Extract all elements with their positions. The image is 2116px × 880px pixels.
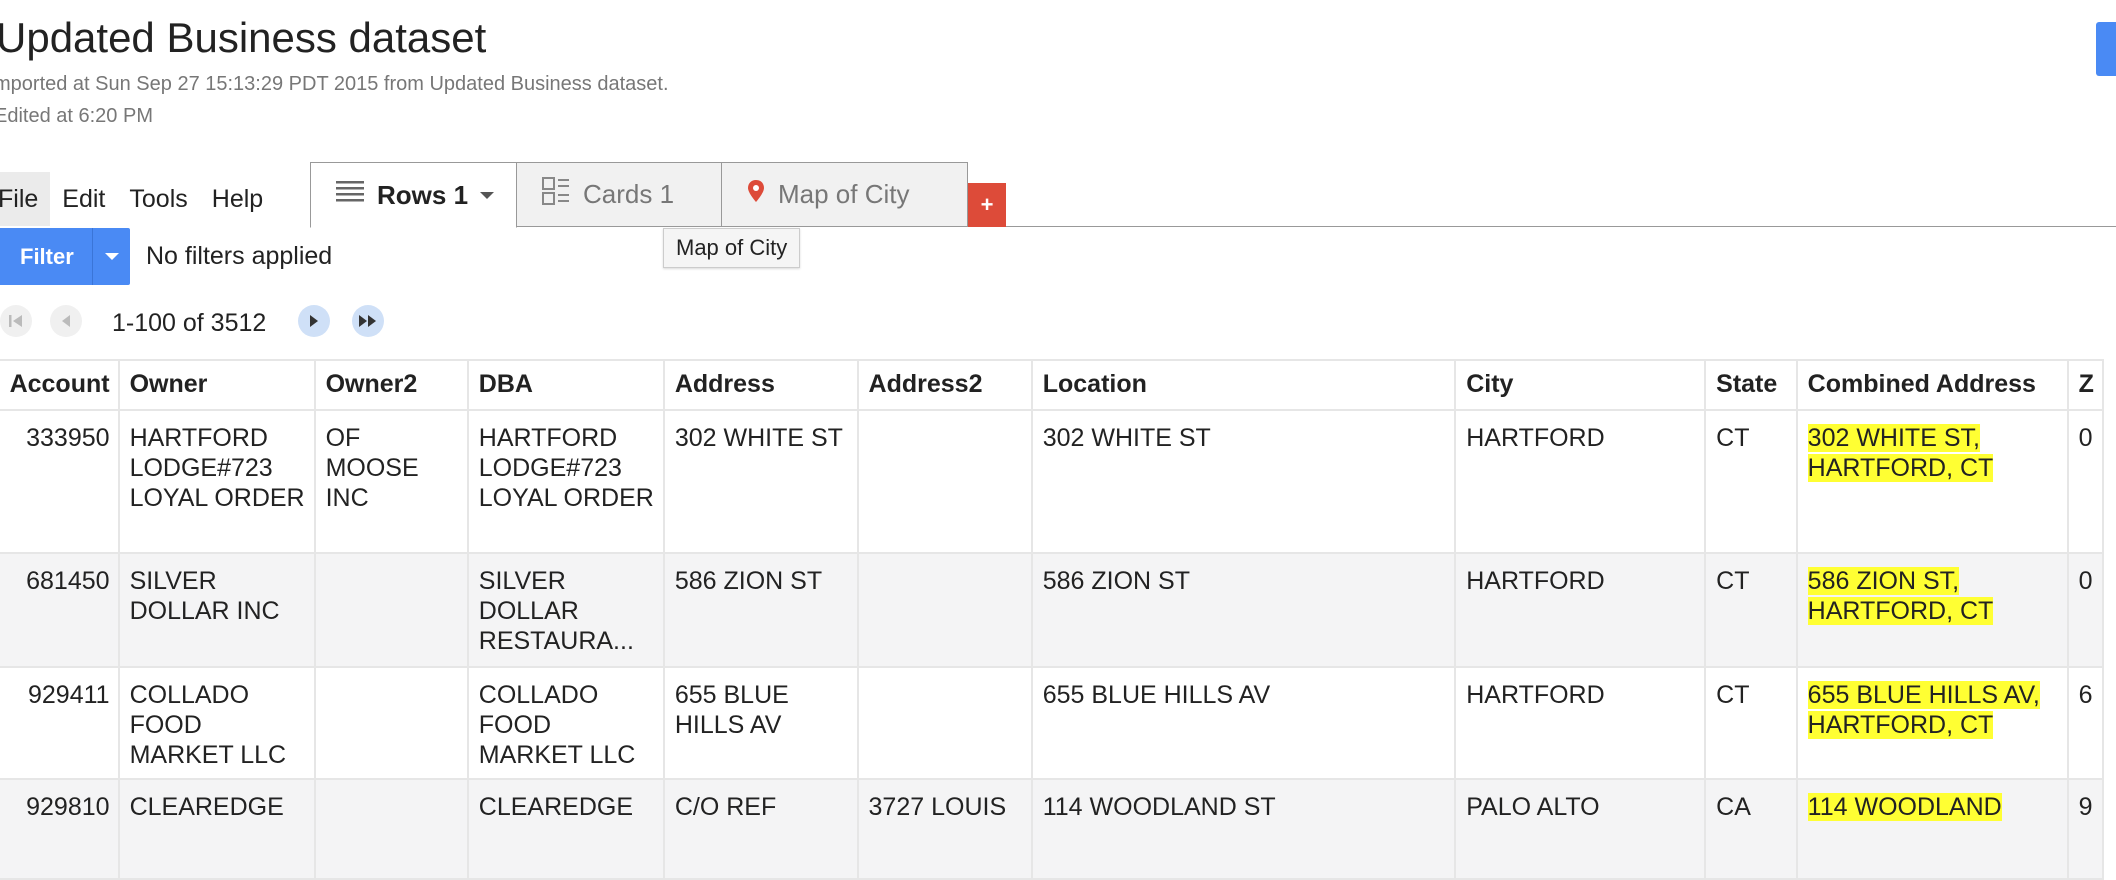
cell-address: C/O REF <box>662 778 859 880</box>
cell-address2 <box>856 409 1033 554</box>
list-icon <box>335 179 365 212</box>
filter-status: No filters applied <box>146 242 333 270</box>
tooltip: Map of City <box>663 228 801 268</box>
last-page-icon[interactable] <box>352 305 384 337</box>
cell-combined-address: 655 BLUE HILLS AV, HARTFORD, CT <box>1795 666 2069 780</box>
table-row[interactable]: 929411 COLLADO FOOD MARKET LLC COLLADO F… <box>0 666 2105 780</box>
cell-owner: SILVER DOLLAR INC <box>117 552 316 668</box>
cell-owner: HARTFORD LODGE#723 LOYAL ORDER <box>117 409 316 554</box>
table-row[interactable]: 681450 SILVER DOLLAR INC SILVER DOLLAR R… <box>0 552 2105 668</box>
cell-owner2 <box>313 552 469 668</box>
cell-city: PALO ALTO <box>1454 778 1707 880</box>
cell-state: CT <box>1704 552 1798 668</box>
chevron-down-icon[interactable] <box>104 253 119 260</box>
cell-account: 929810 <box>0 778 120 880</box>
cell-combined-address: 114 WOODLAND <box>1795 778 2069 880</box>
edit-info: Edited at 6:20 PM <box>0 105 153 127</box>
next-page-icon[interactable] <box>298 305 330 337</box>
combined-address-highlight: 114 WOODLAND <box>1807 793 2002 821</box>
column-header[interactable]: Owner <box>117 359 316 411</box>
map-pin-icon <box>746 179 766 210</box>
column-header[interactable]: Z <box>2066 359 2105 411</box>
column-header[interactable]: DBA <box>466 359 665 411</box>
cell-account: 681450 <box>0 552 120 668</box>
cell-address: 302 WHITE ST <box>662 409 859 554</box>
menu-tools[interactable]: Tools <box>117 172 199 226</box>
combined-address-highlight: 655 BLUE HILLS AV, HARTFORD, CT <box>1807 681 2040 739</box>
cell-address: 586 ZION ST <box>662 552 859 668</box>
column-header[interactable]: Account <box>0 359 120 411</box>
cell-location: 302 WHITE ST <box>1030 409 1457 554</box>
cell-state: CT <box>1704 666 1798 780</box>
cell-state: CA <box>1704 778 1798 880</box>
cell-zip: 0 <box>2066 409 2105 554</box>
filter-button-label: Filter <box>20 243 74 269</box>
add-tab-button[interactable]: + <box>968 183 1006 227</box>
tab-map[interactable]: Map of City <box>721 162 968 227</box>
import-info: mported at Sun Sep 27 15:13:29 PDT 2015 … <box>0 73 669 95</box>
cards-icon <box>541 176 571 213</box>
tab-cards[interactable]: Cards 1 <box>516 162 722 227</box>
first-page-icon[interactable] <box>0 305 32 337</box>
cell-zip: 6 <box>2066 666 2105 780</box>
column-header[interactable]: Location <box>1030 359 1457 411</box>
cell-owner2: OF MOOSE INC <box>313 409 469 554</box>
table-row[interactable]: 333950 HARTFORD LODGE#723 LOYAL ORDER OF… <box>0 409 2105 554</box>
cell-address2 <box>856 666 1033 780</box>
menu-file[interactable]: File <box>0 172 51 226</box>
cell-city: HARTFORD <box>1454 552 1707 668</box>
tab-cards-label: Cards 1 <box>583 179 675 209</box>
cell-account: 929411 <box>0 666 120 780</box>
cell-city: HARTFORD <box>1454 409 1707 554</box>
menu-help[interactable]: Help <box>200 172 275 226</box>
page-title: Updated Business dataset <box>0 14 487 61</box>
cell-dba: COLLADO FOOD MARKET LLC <box>466 666 665 780</box>
share-button[interactable] <box>2096 22 2116 76</box>
filter-button[interactable]: Filter <box>0 228 130 285</box>
cell-zip: 9 <box>2066 778 2105 880</box>
table-row[interactable]: 929810 CLEAREDGE CLEAREDGE C/O REF 3727 … <box>0 778 2105 880</box>
column-header[interactable]: State <box>1704 359 1798 411</box>
cell-dba: CLEAREDGE <box>466 778 665 880</box>
combined-address-highlight: 302 WHITE ST, HARTFORD, CT <box>1807 424 1994 482</box>
cell-location: 114 WOODLAND ST <box>1030 778 1457 880</box>
filter-button-divider <box>91 228 93 285</box>
column-header[interactable]: Address2 <box>856 359 1033 411</box>
cell-address2 <box>856 552 1033 668</box>
cell-account: 333950 <box>0 409 120 554</box>
tab-rows[interactable]: Rows 1 <box>310 162 517 228</box>
cell-combined-address: 586 ZION ST, HARTFORD, CT <box>1795 552 2069 668</box>
tab-rows-label: Rows 1 <box>377 179 469 210</box>
cell-city: HARTFORD <box>1454 666 1707 780</box>
cell-owner2 <box>313 666 469 780</box>
table-header-row: Account Owner Owner2 DBA Address Address… <box>0 359 2105 411</box>
combined-address-highlight: 586 ZION ST, HARTFORD, CT <box>1807 567 1994 625</box>
cell-address: 655 BLUE HILLS AV <box>662 666 859 780</box>
column-header[interactable]: Combined Address <box>1795 359 2069 411</box>
cell-state: CT <box>1704 409 1798 554</box>
cell-address2: 3727 LOUIS <box>856 778 1033 880</box>
cell-combined-address: 302 WHITE ST, HARTFORD, CT <box>1795 409 2069 554</box>
cell-zip: 0 <box>2066 552 2105 668</box>
menu-edit[interactable]: Edit <box>50 172 117 226</box>
column-header[interactable]: City <box>1454 359 1707 411</box>
cell-owner2 <box>313 778 469 880</box>
cell-owner: COLLADO FOOD MARKET LLC <box>117 666 316 780</box>
chevron-down-icon[interactable] <box>480 191 495 199</box>
tab-map-label: Map of City <box>778 179 910 209</box>
cell-dba: SILVER DOLLAR RESTAURA... <box>466 552 665 668</box>
cell-owner: CLEAREDGE <box>117 778 316 880</box>
column-header[interactable]: Address <box>662 359 859 411</box>
prev-page-icon[interactable] <box>50 305 82 337</box>
column-header[interactable]: Owner2 <box>313 359 469 411</box>
cell-location: 586 ZION ST <box>1030 552 1457 668</box>
data-table: Account Owner Owner2 DBA Address Address… <box>0 359 2105 880</box>
cell-dba: HARTFORD LODGE#723 LOYAL ORDER <box>466 409 665 554</box>
cell-location: 655 BLUE HILLS AV <box>1030 666 1457 780</box>
page-range: 1-100 of 3512 <box>112 309 267 337</box>
menu-bar: File Edit Tools Help <box>0 172 275 226</box>
